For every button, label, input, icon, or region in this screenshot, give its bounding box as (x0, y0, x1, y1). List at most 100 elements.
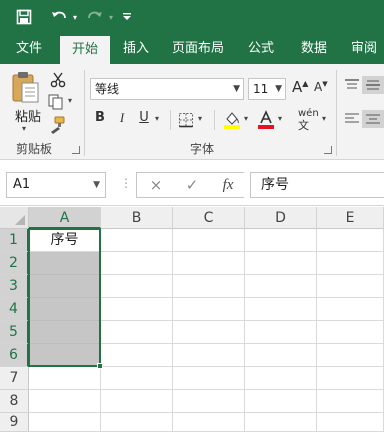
cell-c5[interactable] (173, 321, 245, 344)
phonetic-dropdown-icon[interactable]: ▾ (322, 114, 326, 123)
customize-icon[interactable] (120, 0, 134, 34)
cell-e4[interactable] (317, 298, 384, 321)
cell-a6[interactable] (29, 344, 101, 367)
cell-a1[interactable]: 序号 (29, 229, 101, 252)
clipboard-launcher-icon[interactable] (72, 146, 80, 154)
cell-d7[interactable] (245, 367, 317, 390)
cell-b2[interactable] (101, 252, 173, 275)
row-header-7[interactable]: 7 (0, 367, 29, 390)
middle-align-icon[interactable] (362, 76, 384, 94)
borders-dropdown-icon[interactable]: ▾ (198, 114, 202, 123)
cell-e1[interactable] (317, 229, 384, 252)
cell-e7[interactable] (317, 367, 384, 390)
column-header-b[interactable]: B (101, 207, 173, 229)
font-color-dropdown-icon[interactable]: ▾ (278, 114, 282, 123)
cell-a8[interactable] (29, 390, 101, 413)
cell-b5[interactable] (101, 321, 173, 344)
cell-a7[interactable] (29, 367, 101, 390)
fill-color-dropdown-icon[interactable]: ▾ (244, 114, 248, 123)
cell-c3[interactable] (173, 275, 245, 298)
paste-icon[interactable] (10, 70, 40, 104)
cell-a4[interactable] (29, 298, 101, 321)
cell-b6[interactable] (101, 344, 173, 367)
tab-review[interactable]: 审阅 (342, 34, 384, 64)
tab-data[interactable]: 数据 (290, 34, 338, 64)
row-header-2[interactable]: 2 (0, 252, 29, 275)
insert-function-button[interactable]: fx (216, 172, 240, 198)
cell-d3[interactable] (245, 275, 317, 298)
cell-b4[interactable] (101, 298, 173, 321)
cell-d8[interactable] (245, 390, 317, 413)
cell-a9[interactable] (29, 413, 101, 432)
enter-icon[interactable]: ✓ (180, 172, 204, 198)
copy-dropdown-icon[interactable]: ▾ (68, 96, 72, 105)
formula-input[interactable]: 序号 (250, 172, 384, 198)
bold-button[interactable]: B (92, 108, 108, 128)
cell-c7[interactable] (173, 367, 245, 390)
cell-e5[interactable] (317, 321, 384, 344)
italic-button[interactable]: I (114, 108, 130, 128)
cell-a3[interactable] (29, 275, 101, 298)
save-icon[interactable] (12, 0, 36, 34)
copy-icon[interactable] (48, 94, 66, 110)
cell-c6[interactable] (173, 344, 245, 367)
column-header-d[interactable]: D (245, 207, 317, 229)
column-header-e[interactable]: E (317, 207, 384, 229)
tab-home[interactable]: 开始 (60, 36, 110, 64)
cell-d6[interactable] (245, 344, 317, 367)
cell-d4[interactable] (245, 298, 317, 321)
cell-e9[interactable] (317, 413, 384, 432)
align-left-icon[interactable] (344, 112, 360, 126)
cell-c9[interactable] (173, 413, 245, 432)
format-painter-icon[interactable] (48, 116, 66, 134)
select-all-button[interactable] (0, 207, 29, 229)
cell-a2[interactable] (29, 252, 101, 275)
align-center-icon[interactable] (362, 110, 384, 128)
cell-e6[interactable] (317, 344, 384, 367)
tab-formulas[interactable]: 公式 (236, 34, 286, 64)
cell-b1[interactable] (101, 229, 173, 252)
top-align-icon[interactable] (344, 78, 360, 92)
increase-font-size-button[interactable]: A▲ (292, 78, 308, 96)
formula-bar-splitter-icon[interactable]: ⋮ (120, 176, 132, 190)
cell-d9[interactable] (245, 413, 317, 432)
cell-d1[interactable] (245, 229, 317, 252)
underline-button[interactable]: U (136, 108, 152, 128)
cell-b7[interactable] (101, 367, 173, 390)
row-header-4[interactable]: 4 (0, 298, 29, 321)
cell-d2[interactable] (245, 252, 317, 275)
cell-a5[interactable] (29, 321, 101, 344)
cell-e3[interactable] (317, 275, 384, 298)
borders-icon[interactable] (178, 112, 194, 128)
column-header-a[interactable]: A (29, 207, 101, 229)
row-header-9[interactable]: 9 (0, 413, 29, 432)
fill-handle[interactable] (97, 363, 103, 369)
column-header-c[interactable]: C (173, 207, 245, 229)
decrease-font-size-button[interactable]: A▼ (314, 80, 328, 94)
font-name-combo[interactable]: 等线 ▼ (90, 78, 244, 100)
row-header-1[interactable]: 1 (0, 229, 29, 252)
cancel-icon[interactable]: × (144, 172, 168, 198)
font-color-icon[interactable] (256, 110, 276, 130)
cell-c2[interactable] (173, 252, 245, 275)
cell-c8[interactable] (173, 390, 245, 413)
phonetic-guide-button[interactable]: wén 文 (298, 108, 319, 133)
undo-dropdown-icon[interactable]: ▾ (70, 0, 80, 34)
tab-page-layout[interactable]: 页面布局 (166, 34, 230, 64)
cell-d5[interactable] (245, 321, 317, 344)
cell-e8[interactable] (317, 390, 384, 413)
paste-dropdown-icon[interactable]: ▾ (22, 124, 26, 133)
row-header-5[interactable]: 5 (0, 321, 29, 344)
cut-icon[interactable] (50, 72, 66, 88)
underline-dropdown-icon[interactable]: ▾ (155, 114, 159, 123)
cell-b3[interactable] (101, 275, 173, 298)
row-header-8[interactable]: 8 (0, 390, 29, 413)
paste-label[interactable]: 粘贴 (8, 106, 48, 125)
name-box[interactable]: A1 ▼ (6, 172, 106, 198)
undo-icon[interactable] (48, 0, 70, 34)
font-size-combo[interactable]: 11 ▼ (248, 78, 286, 100)
row-header-3[interactable]: 3 (0, 275, 29, 298)
row-header-6[interactable]: 6 (0, 344, 29, 367)
cell-e2[interactable] (317, 252, 384, 275)
tab-insert[interactable]: 插入 (112, 34, 160, 64)
